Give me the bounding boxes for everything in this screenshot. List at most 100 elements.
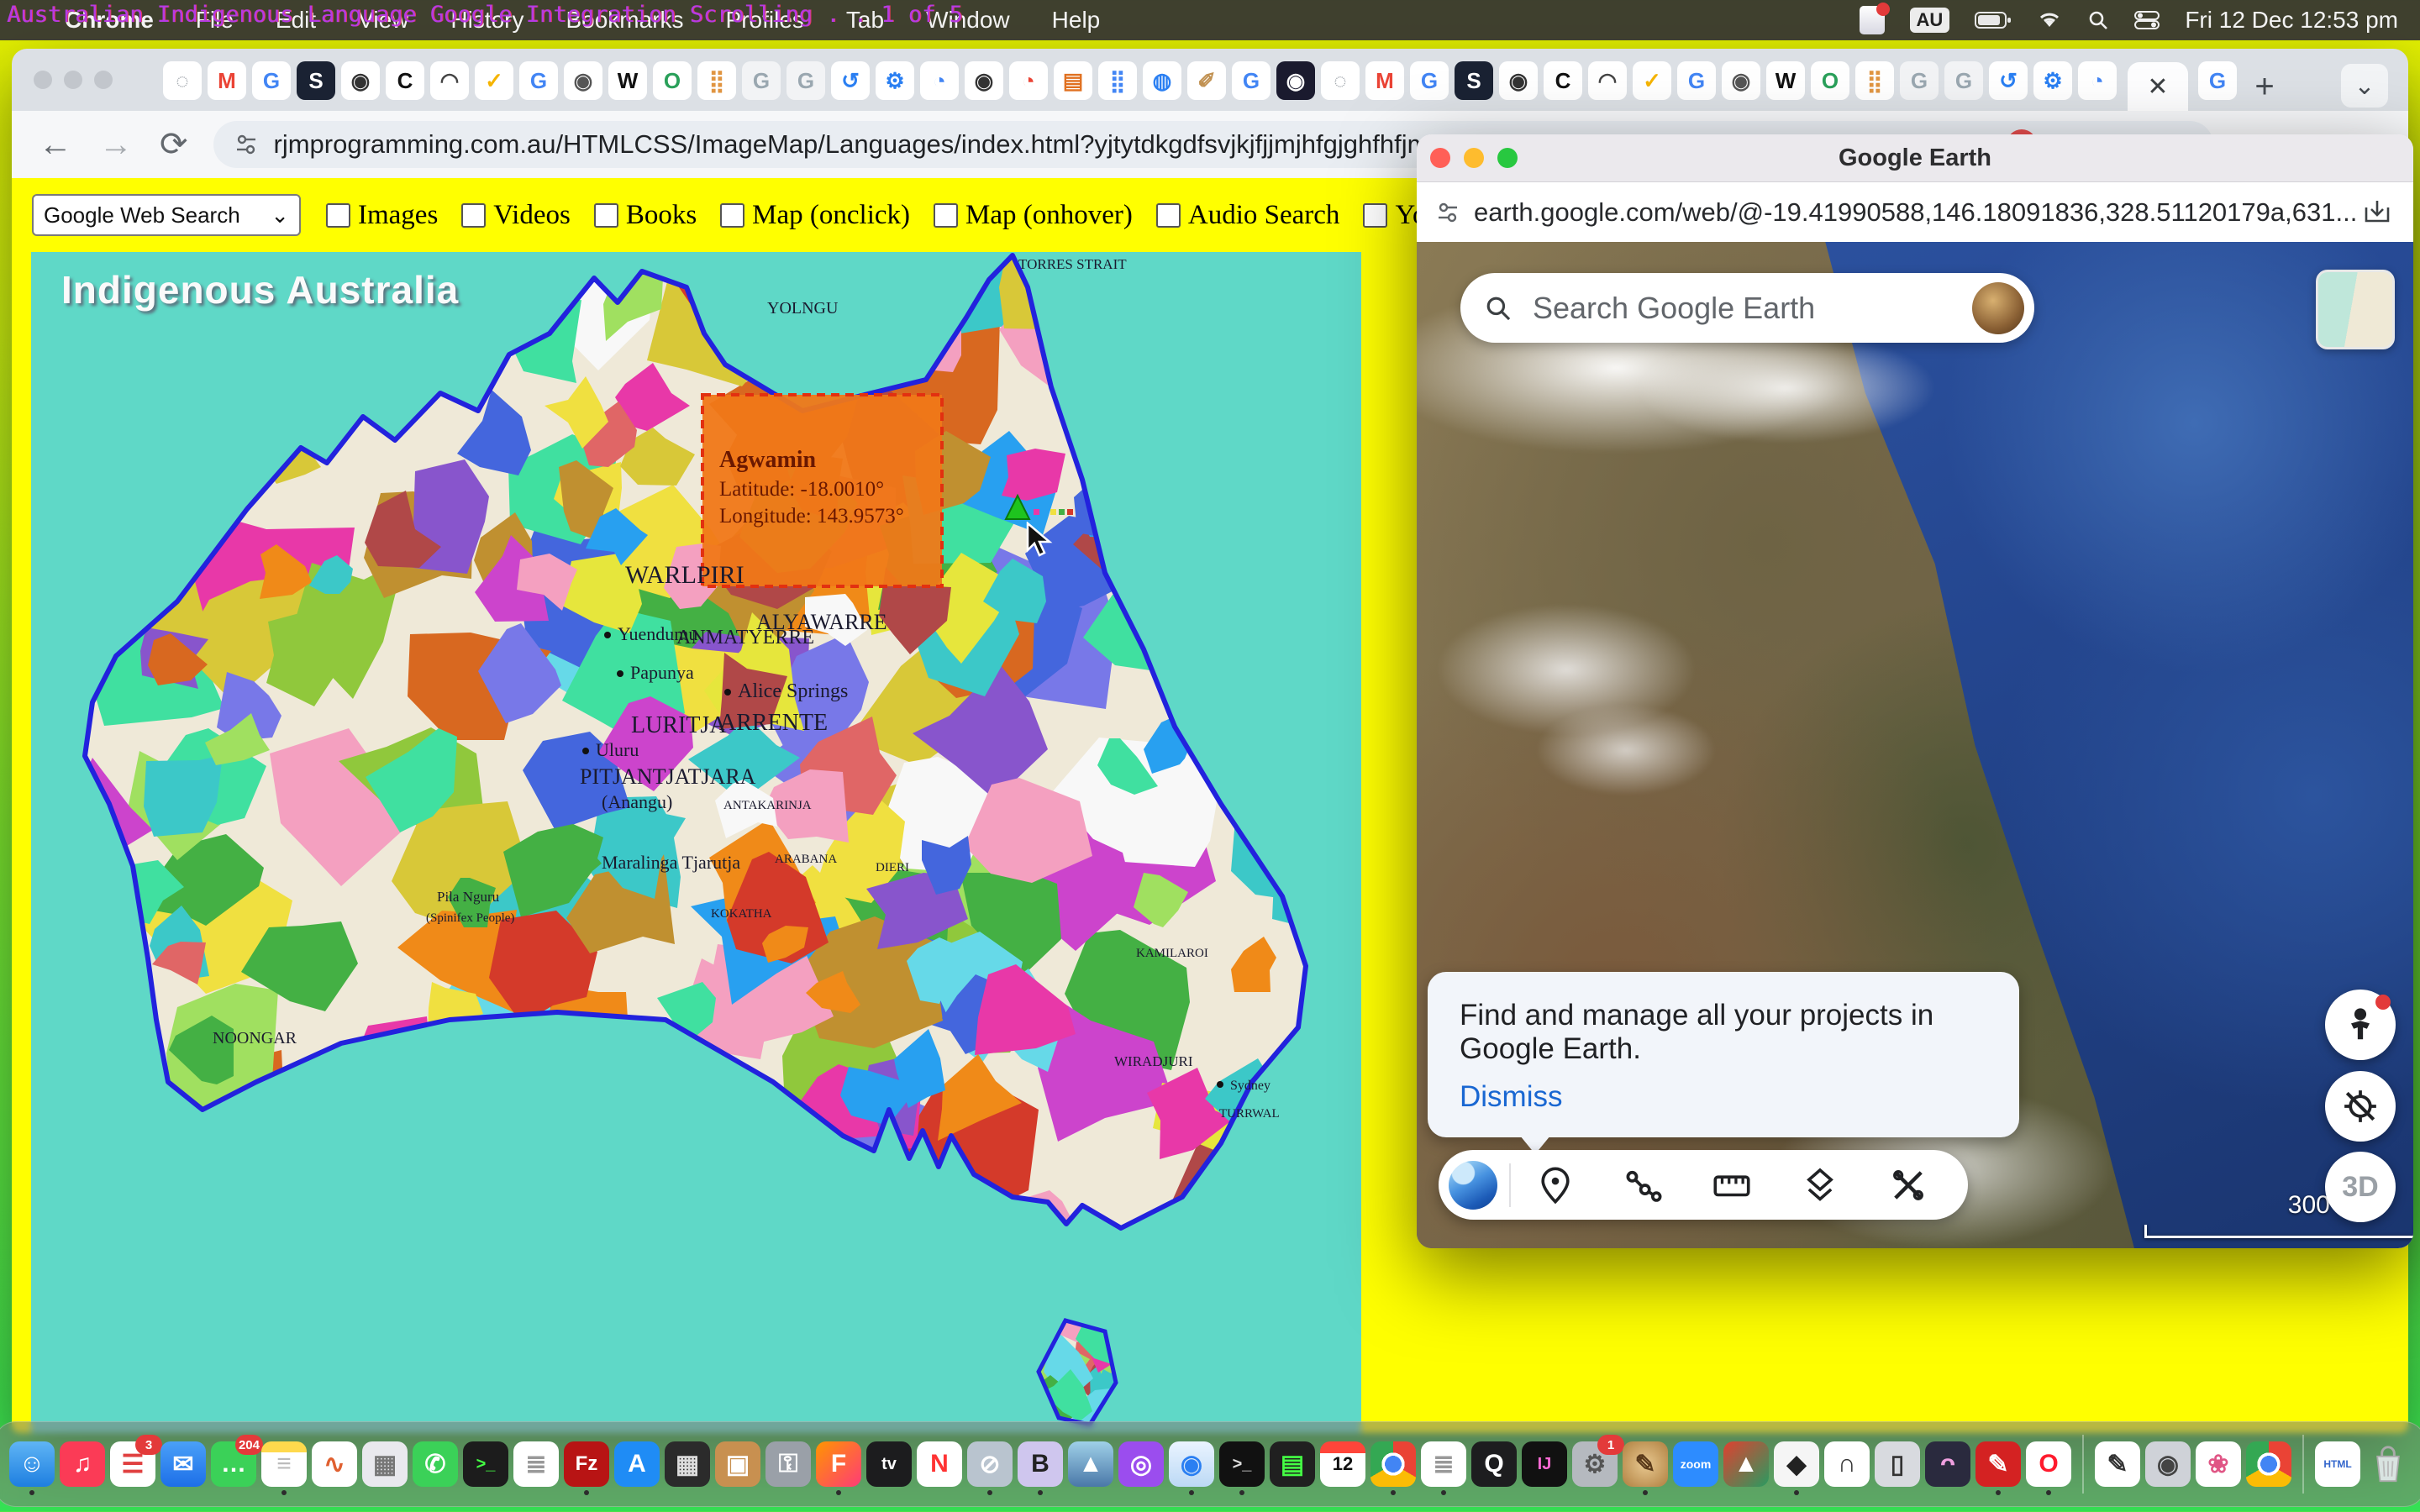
checkbox-box[interactable] [594, 203, 618, 228]
window-controls[interactable] [34, 71, 124, 93]
pinned-tab[interactable]: ⚙ [2033, 61, 2072, 100]
dock-item-facetime[interactable]: ✆ [413, 1441, 458, 1487]
pinned-tab[interactable]: W [1766, 61, 1805, 100]
pinned-tab[interactable]: ◔ [920, 61, 959, 100]
pinned-tab[interactable]: ◌ [163, 61, 202, 100]
dock-item-terminal[interactable]: >_ [463, 1441, 508, 1487]
dock-item-inkscape[interactable]: ◆ [1774, 1441, 1819, 1487]
reload-button[interactable]: ⟳ [160, 125, 188, 164]
install-app-icon[interactable] [2363, 199, 2391, 226]
3d-toggle-button[interactable]: 3D [2325, 1152, 2396, 1222]
dock-item-music[interactable]: ♫ [60, 1441, 105, 1487]
spotlight-icon[interactable] [2087, 9, 2109, 31]
pinned-tab[interactable]: ◉ [1722, 61, 1760, 100]
my-location-button[interactable] [2325, 1071, 2396, 1142]
checkbox-box[interactable] [934, 203, 958, 228]
dock-item-curves-app[interactable]: ∿ [312, 1441, 357, 1487]
pinned-tab[interactable]: G [2198, 61, 2237, 100]
placemark-pin-icon[interactable] [1511, 1166, 1599, 1205]
dock-item-calendar[interactable]: 12 [1320, 1441, 1365, 1487]
dock-item-gimp[interactable]: ✎ [1623, 1441, 1668, 1487]
active-tab[interactable]: ✕ [2128, 62, 2188, 111]
dock-item-accessibility-inspector[interactable]: ◉ [2145, 1441, 2191, 1487]
pinned-tab[interactable]: G [1944, 61, 1983, 100]
pinned-tab[interactable]: ↺ [831, 61, 870, 100]
checkbox-box[interactable] [1156, 203, 1181, 228]
battery-icon[interactable] [1975, 11, 2012, 29]
checkbox-map-onhover-[interactable]: Map (onhover) [934, 200, 1133, 231]
pinned-tab[interactable]: ◉ [564, 61, 602, 100]
site-info-icon[interactable] [234, 132, 259, 157]
dock-item-trash[interactable] [2365, 1441, 2411, 1487]
menu-item-help[interactable]: Help [1031, 7, 1122, 33]
dock-item-photos[interactable]: ❀ [2196, 1441, 2241, 1487]
pinned-tab[interactable]: ⣿ [1855, 61, 1894, 100]
new-tab-button[interactable]: + [2245, 67, 2284, 106]
dock-item-zoom[interactable]: zoom [1673, 1441, 1718, 1487]
tab-search-button[interactable]: ⌄ [2341, 64, 2388, 108]
checkbox-box[interactable] [720, 203, 744, 228]
dock-item-exec-terminal[interactable]: ▤ [1270, 1441, 1315, 1487]
pinned-tab[interactable]: S [297, 61, 335, 100]
earth-address-bar[interactable]: earth.google.com/web/@-19.41990588,146.1… [1417, 182, 2413, 243]
pinned-tab[interactable]: C [1544, 61, 1582, 100]
path-tool-icon[interactable] [1599, 1167, 1687, 1204]
menubar-clock[interactable]: Fri 12 Dec 12:53 pm [2185, 7, 2398, 34]
menubar-app-icon[interactable] [1860, 6, 1885, 34]
dock-item-app-store[interactable]: A [614, 1441, 660, 1487]
pinned-tab[interactable]: G [1232, 61, 1270, 100]
pinned-tab[interactable]: ✐ [1187, 61, 1226, 100]
checkbox-audio-search[interactable]: Audio Search [1156, 200, 1340, 231]
pinned-tab[interactable]: ◉ [341, 61, 380, 100]
pinned-tab[interactable]: ✓ [475, 61, 513, 100]
dock-item-finder[interactable]: ☺ [9, 1441, 55, 1487]
input-source-indicator[interactable]: AU [1910, 8, 1950, 33]
pinned-tab[interactable]: ◠ [1588, 61, 1627, 100]
indigenous-australia-map[interactable]: AgwaminLatitude: -18.0010°Longitude: 143… [31, 252, 1361, 1433]
earth-search-bar[interactable]: Search Google Earth [1460, 273, 2034, 343]
checkbox-box[interactable] [1363, 203, 1387, 228]
dock-item-quicktime[interactable]: Q [1471, 1441, 1517, 1487]
wifi-icon[interactable] [2037, 10, 2062, 30]
pinned-tab[interactable]: O [653, 61, 692, 100]
checkbox-map-onclick-[interactable]: Map (onclick) [720, 200, 910, 231]
pinned-tab[interactable]: G [786, 61, 825, 100]
dock-item-iphone-mirroring[interactable]: ▯ [1875, 1441, 1920, 1487]
overview-minimap[interactable] [2316, 270, 2395, 349]
dismiss-button[interactable]: Dismiss [1460, 1080, 1562, 1114]
australia-imagemap[interactable]: AgwaminLatitude: -18.0010°Longitude: 143… [31, 252, 1361, 1433]
pinned-tab[interactable]: ⚙ [876, 61, 914, 100]
dock-item-chrome-device[interactable] [2246, 1441, 2291, 1487]
pinned-tab[interactable]: ◉ [1276, 61, 1315, 100]
dock-item-messages[interactable]: …204 [211, 1441, 256, 1487]
dock-item-bbedit[interactable]: B [1018, 1441, 1063, 1487]
dock-item-news[interactable]: N [917, 1441, 962, 1487]
checkbox-images[interactable]: Images [326, 200, 438, 231]
pinned-tab[interactable]: G [252, 61, 291, 100]
google-earth-logo[interactable] [1449, 1161, 1497, 1210]
search-type-select[interactable]: Google Web Search ⌄ [32, 194, 301, 236]
dock-item-notes[interactable]: ≡ [261, 1441, 307, 1487]
pinned-tab[interactable]: O [1811, 61, 1849, 100]
dock-item-installer[interactable]: ▣ [715, 1441, 760, 1487]
dock-item-photo-viewer[interactable]: ▲ [1068, 1441, 1113, 1487]
pinned-tab[interactable]: ✓ [1633, 61, 1671, 100]
dock-item-apple-tv[interactable]: tv [866, 1441, 912, 1487]
dock-item-settings[interactable]: ⚙1 [1572, 1441, 1618, 1487]
pinned-tab[interactable]: ◉ [965, 61, 1003, 100]
dock-item-reminders[interactable]: ☰3 [110, 1441, 155, 1487]
earth-viewport[interactable]: Search Google Earth Find and manage all … [1417, 242, 2413, 1248]
checkbox-box[interactable] [461, 203, 486, 228]
dock-item-pencil-app[interactable]: ✎ [2095, 1441, 2140, 1487]
pinned-tab[interactable]: ◉ [1499, 61, 1538, 100]
pinned-tab[interactable]: ◠ [430, 61, 469, 100]
checkbox-videos[interactable]: Videos [461, 200, 571, 231]
measure-ruler-icon[interactable] [1687, 1168, 1776, 1202]
pinned-tab[interactable]: ↺ [1989, 61, 2028, 100]
avatar[interactable] [1972, 282, 2024, 334]
dock-item-launchpad[interactable]: ▦ [362, 1441, 408, 1487]
dock-item-firefox[interactable]: F [816, 1441, 861, 1487]
dock-item-safari[interactable]: ◉ [1169, 1441, 1214, 1487]
dock-item-cat-app[interactable]: ᴖ [1925, 1441, 1970, 1487]
pinned-tab[interactable]: ◔ [2078, 61, 2117, 100]
